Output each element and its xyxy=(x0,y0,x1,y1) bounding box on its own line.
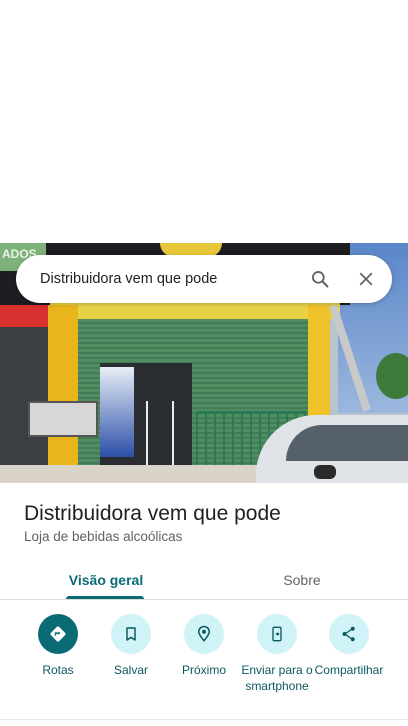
tab-about[interactable]: Sobre xyxy=(252,560,352,600)
bookmark-icon xyxy=(111,614,151,654)
send-to-phone-label: Enviar para o smartphone xyxy=(241,663,313,693)
send-to-phone-button[interactable]: Enviar para o smartphone xyxy=(239,614,315,694)
directions-button[interactable]: Rotas xyxy=(20,614,96,678)
place-category[interactable]: Loja de bebidas alcoólicas xyxy=(24,529,182,544)
directions-label: Rotas xyxy=(42,663,74,677)
share-button[interactable]: Compartilhar xyxy=(311,614,387,678)
share-icon xyxy=(329,614,369,654)
tab-overview[interactable]: Visão geral xyxy=(56,560,156,600)
search-query[interactable]: Distribuidora vem que pode xyxy=(40,271,300,287)
nearby-icon xyxy=(184,614,224,654)
nearby-label: Próximo xyxy=(181,663,226,677)
tab-selected-indicator xyxy=(66,596,144,599)
divider xyxy=(0,719,408,720)
save-button[interactable]: Salvar xyxy=(93,614,169,678)
send-to-phone-icon xyxy=(257,614,297,654)
nearby-button[interactable]: Próximo xyxy=(166,614,242,678)
search-bar[interactable]: Distribuidora vem que pode xyxy=(16,255,392,303)
directions-icon xyxy=(38,614,78,654)
search-icon[interactable] xyxy=(300,259,340,299)
share-label: Compartilhar xyxy=(314,663,384,677)
close-icon[interactable] xyxy=(346,259,386,299)
blank-area xyxy=(0,0,408,243)
save-label: Salvar xyxy=(113,663,148,677)
tab-bar: Visão geral Sobre xyxy=(0,560,408,600)
place-title: Distribuidora vem que pode xyxy=(24,502,281,525)
